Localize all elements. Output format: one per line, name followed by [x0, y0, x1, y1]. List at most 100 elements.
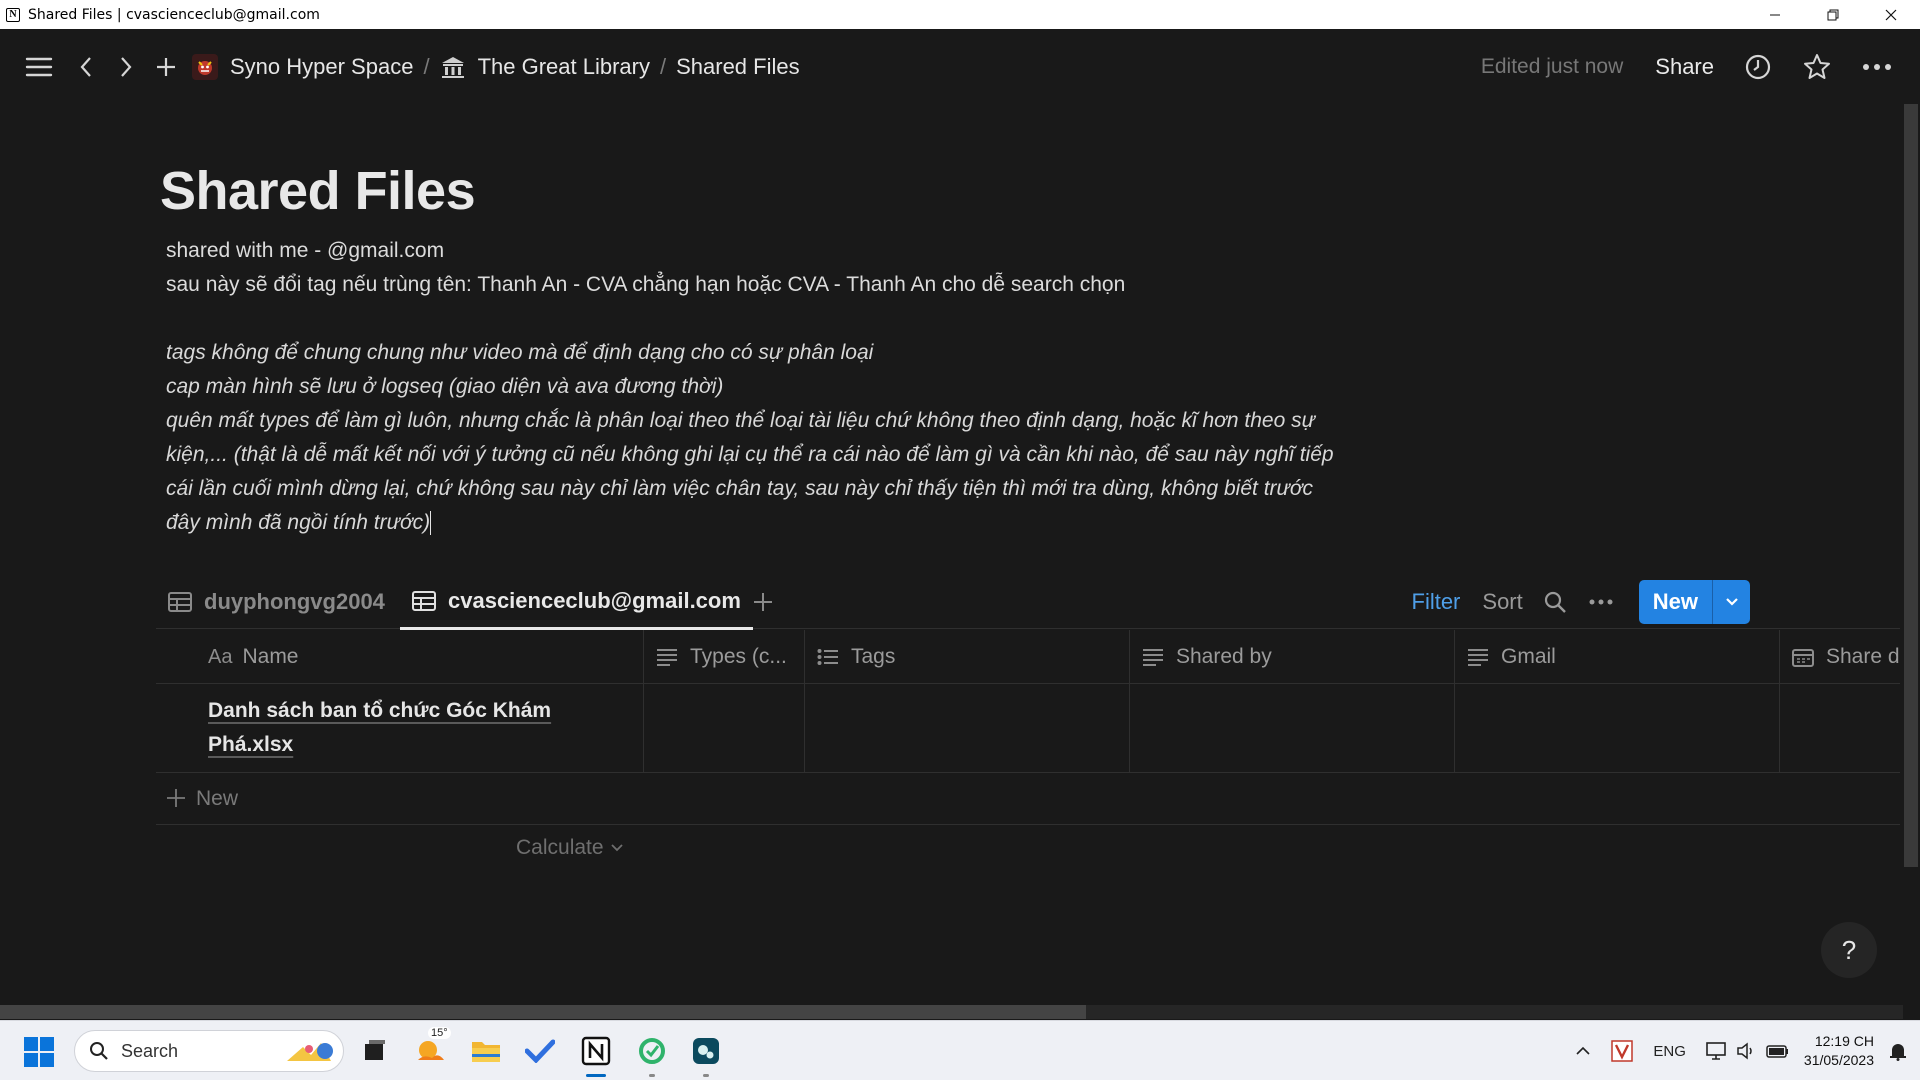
column-label: Shared by — [1176, 645, 1272, 668]
taskbar-app-green[interactable] — [634, 1033, 670, 1077]
taskbar-search[interactable]: Search — [74, 1030, 344, 1072]
add-view-button[interactable] — [752, 575, 774, 629]
weather-temperature: 15° — [428, 1027, 451, 1039]
volume-button[interactable] — [1736, 1041, 1756, 1061]
cell-types[interactable] — [644, 684, 805, 773]
sort-button[interactable]: Sort — [1482, 589, 1522, 615]
new-page-button[interactable] — [154, 56, 178, 78]
restore-button[interactable] — [1804, 0, 1862, 29]
start-button[interactable] — [24, 1037, 54, 1067]
chevron-left-icon — [80, 56, 91, 77]
chevron-right-icon — [121, 56, 132, 77]
close-button[interactable] — [1862, 0, 1920, 29]
new-record-button[interactable]: New — [1638, 580, 1712, 624]
windows-logo-icon — [24, 1053, 38, 1067]
column-header-gmail[interactable]: Gmail — [1455, 630, 1780, 684]
taskbar-notion[interactable] — [578, 1033, 614, 1077]
column-header-types[interactable]: Types (c... — [644, 630, 805, 684]
taskbar-file-explorer[interactable] — [468, 1033, 504, 1069]
scrollbar-thumb[interactable] — [0, 1005, 1086, 1019]
system-tray: ENG 12:19 CH 31/05/2023 — [1575, 1021, 1920, 1080]
notion-icon — [581, 1036, 611, 1066]
horizontal-scrollbar[interactable] — [0, 1005, 1903, 1019]
calculate-label: Calculate — [516, 836, 604, 859]
clock-time: 12:19 CH — [1814, 1033, 1874, 1049]
cell-tags[interactable] — [805, 684, 1130, 773]
ellipsis-icon — [1589, 599, 1613, 605]
table-header: Aa Name Types (c... Tags Shared by Gmail… — [156, 630, 1920, 684]
table-row[interactable]: Danh sách ban tổ chức Góc Khám Phá.xlsx — [156, 684, 1920, 773]
column-header-tags[interactable]: Tags — [805, 630, 1130, 684]
breadcrumb-current-page[interactable]: Shared Files — [676, 54, 800, 80]
column-header-shared-by[interactable]: Shared by — [1130, 630, 1455, 684]
favorite-button[interactable] — [1802, 52, 1832, 82]
cell-gmail[interactable] — [1455, 684, 1780, 773]
filter-button[interactable]: Filter — [1412, 589, 1461, 615]
network-button[interactable] — [1706, 1041, 1728, 1061]
description-line: shared with me - @gmail.com — [166, 239, 445, 262]
breadcrumb-label: Shared Files — [676, 53, 800, 79]
forward-button[interactable] — [116, 56, 136, 78]
page-description[interactable]: shared with me - @gmail.com sau này sẽ đ… — [166, 234, 1426, 540]
cell-shared-by[interactable] — [1130, 684, 1455, 773]
page-title[interactable]: Shared Files — [160, 160, 476, 222]
record-title[interactable]: Phá.xlsx — [208, 728, 631, 762]
column-header-name[interactable]: Aa Name — [156, 630, 644, 684]
more-options-button[interactable] — [1862, 63, 1892, 71]
language-indicator[interactable]: ENG — [1653, 1043, 1686, 1060]
share-button[interactable]: Share — [1655, 54, 1714, 80]
tab-cvascienceclub[interactable]: cvascienceclub@gmail.com — [400, 575, 753, 630]
search-button[interactable] — [1543, 590, 1567, 614]
ellipsis-icon — [1863, 63, 1891, 70]
taskbar-task-view[interactable] — [356, 1033, 392, 1069]
breadcrumb-library[interactable]: The Great Library — [440, 54, 650, 80]
updates-button[interactable] — [1744, 53, 1772, 81]
back-button[interactable] — [76, 56, 96, 78]
description-italic-line: tags không để chung chung như video mà đ… — [166, 341, 874, 364]
demon-mask-icon — [192, 53, 218, 80]
column-label: Tags — [851, 645, 896, 668]
window-title: Shared Files | cvascienceclub@gmail.com — [28, 6, 320, 23]
restore-icon — [1827, 9, 1839, 20]
minimize-button[interactable] — [1746, 0, 1804, 29]
network-icon — [1706, 1042, 1726, 1060]
windows-logo-icon — [40, 1053, 54, 1067]
plus-icon — [754, 593, 772, 611]
calendar-icon — [1792, 647, 1814, 667]
notifications-button[interactable] — [1888, 1041, 1908, 1061]
description-line: sau này sẽ đổi tag nếu trùng tên: Thanh … — [166, 273, 1126, 296]
show-hidden-icons-button[interactable] — [1575, 1046, 1591, 1056]
window-title-bar: N Shared Files | cvascienceclub@gmail.co… — [0, 0, 1920, 29]
view-options-button[interactable] — [1589, 599, 1613, 605]
cell-name[interactable]: Danh sách ban tổ chức Góc Khám Phá.xlsx — [156, 684, 644, 773]
red-v-app-icon — [1611, 1040, 1634, 1062]
vertical-scrollbar[interactable] — [1900, 104, 1920, 1020]
new-template-dropdown[interactable] — [1712, 580, 1750, 624]
tab-duyphongvg2004[interactable]: duyphongvg2004 — [168, 575, 385, 629]
battery-button[interactable] — [1766, 1043, 1790, 1059]
weather-icon — [418, 1041, 444, 1060]
star-icon — [1804, 53, 1830, 79]
tray-app-button[interactable] — [1611, 1040, 1634, 1062]
notion-topbar: Syno Hyper Space / The Great Library / S… — [0, 29, 1920, 104]
calculate-button[interactable]: Calculate — [516, 836, 624, 860]
scrollbar-thumb[interactable] — [1904, 104, 1918, 867]
windows-logo-icon — [40, 1037, 54, 1051]
taskbar-todo[interactable] — [522, 1033, 558, 1069]
notion-app-icon: N — [6, 7, 20, 22]
column-label: Name — [242, 645, 299, 668]
breadcrumb-label: The Great Library — [477, 53, 650, 79]
breadcrumb-workspace[interactable]: Syno Hyper Space — [192, 53, 413, 80]
clock-history-icon — [1745, 54, 1771, 79]
clock[interactable]: 12:19 CH 31/05/2023 — [1804, 1032, 1874, 1070]
sidebar-toggle-button[interactable] — [24, 56, 54, 78]
plus-icon — [166, 783, 186, 815]
help-button[interactable]: ? — [1821, 922, 1877, 978]
cell-share-date[interactable] — [1780, 684, 1920, 773]
taskbar-app-logseq[interactable] — [688, 1033, 724, 1077]
record-title[interactable]: Danh sách ban tổ chức Góc Khám — [208, 694, 631, 728]
add-row-button[interactable]: New — [156, 773, 1920, 825]
text-cursor — [430, 511, 432, 536]
column-header-share-date[interactable]: Share d — [1780, 630, 1920, 684]
